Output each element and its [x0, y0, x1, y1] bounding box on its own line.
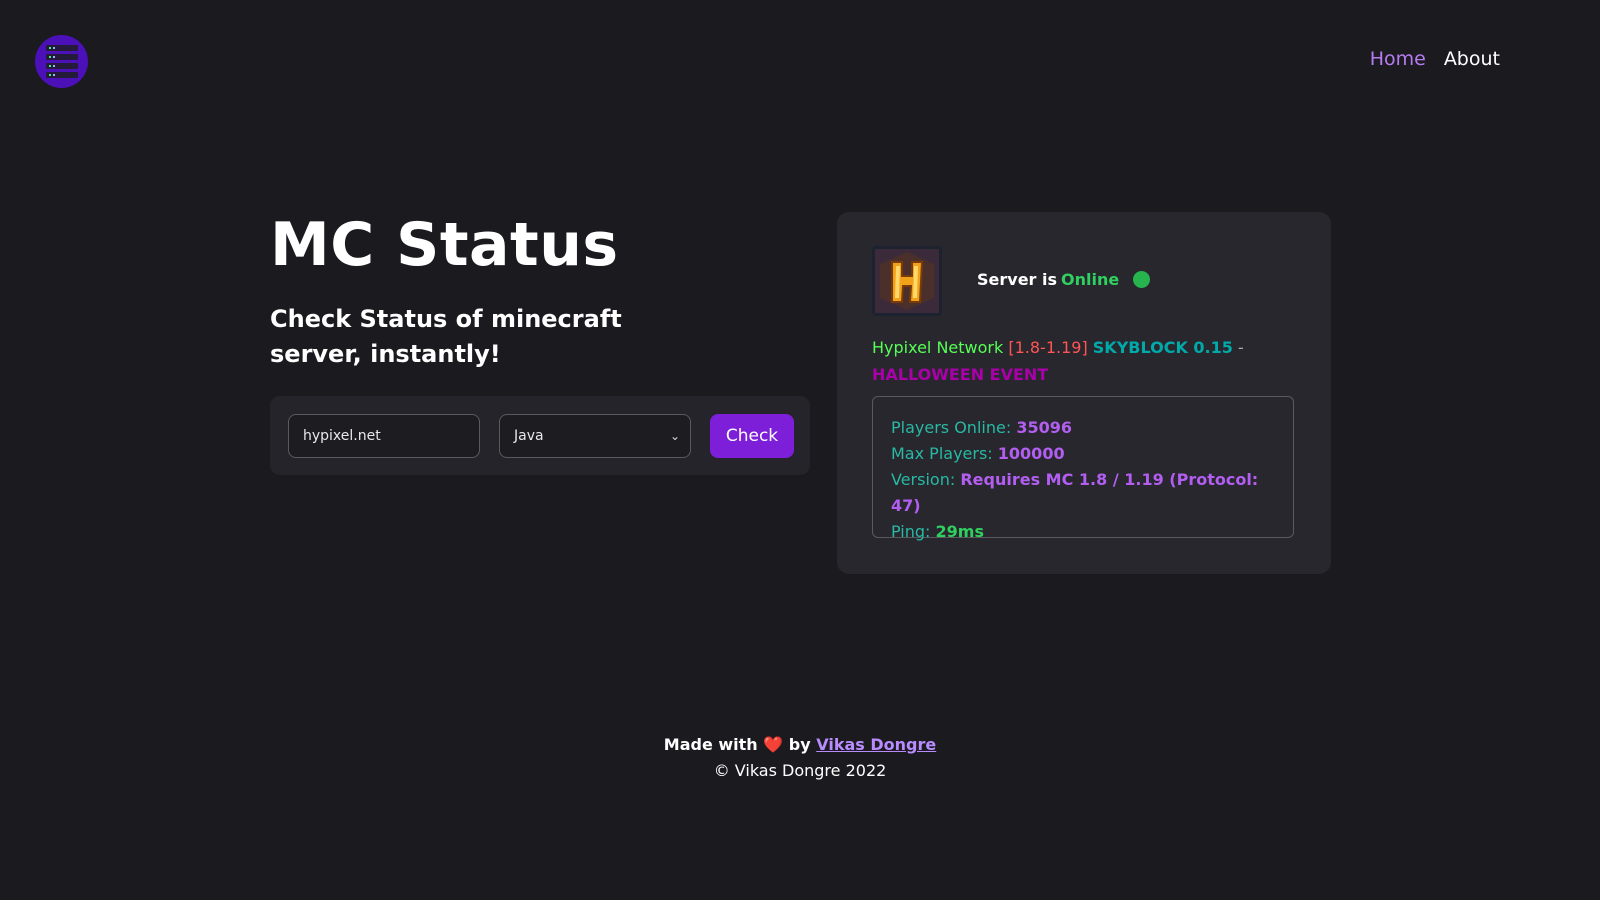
page-title: MC Status	[270, 210, 619, 280]
logo-bar	[45, 72, 78, 78]
motd-dash: -	[1238, 338, 1244, 357]
hero-section: MC Status Check Status of minecraft serv…	[270, 208, 815, 372]
max-players-row: Max Players: 100000	[891, 441, 1275, 467]
author-link[interactable]: Vikas Dongre	[816, 735, 936, 754]
page-footer: Made with ❤️ by Vikas Dongre © Vikas Don…	[0, 733, 1600, 780]
max-players-label: Max Players:	[891, 444, 993, 463]
motd-skyblock: SKYBLOCK 0.15	[1092, 338, 1233, 357]
nav-link-about[interactable]: About	[1444, 48, 1500, 70]
server-address-value: hypixel.net	[303, 428, 381, 444]
logo-bar	[45, 54, 78, 60]
players-online-label: Players Online:	[891, 418, 1012, 437]
server-favicon	[872, 246, 942, 316]
server-address-input[interactable]: hypixel.net	[288, 414, 480, 458]
nav-link-home[interactable]: Home	[1370, 48, 1426, 70]
made-by: by	[788, 735, 811, 754]
logo-bar	[45, 63, 78, 69]
server-stack-icon[interactable]	[35, 35, 88, 88]
ping-label: Ping:	[891, 522, 931, 541]
server-result-card: Server is Online Hypixel Network [1.8-1.…	[837, 212, 1331, 574]
check-button[interactable]: Check	[710, 414, 794, 458]
server-info-box: Players Online: 35096 Max Players: 10000…	[872, 396, 1294, 541]
logo-bar	[45, 45, 78, 51]
page-subtitle: Check Status of minecraft server, instan…	[270, 305, 622, 368]
motd-versions: [1.8-1.19]	[1008, 338, 1088, 357]
heart-icon: ❤️	[763, 735, 784, 754]
players-online-value: 35096	[1016, 418, 1072, 437]
made-with-line: Made with ❤️ by Vikas Dongre	[0, 733, 1600, 757]
motd-event: HALLOWEEN EVENT	[872, 365, 1049, 384]
status-indicator-icon	[1133, 271, 1151, 288]
edition-select[interactable]: Java ⌄	[499, 414, 691, 458]
chevron-down-icon: ⌄	[669, 429, 680, 443]
copyright: © Vikas Dongre 2022	[713, 761, 887, 780]
status-value: Online	[1061, 270, 1120, 289]
ping-row: Ping: 29ms	[891, 519, 1275, 545]
players-online-row: Players Online: 35096	[891, 415, 1275, 441]
status-prefix: Server is	[977, 270, 1058, 289]
server-check-form: hypixel.net Java ⌄ Check	[270, 396, 810, 475]
made-prefix: Made with	[663, 735, 758, 754]
server-motd: Hypixel Network [1.8-1.19] SKYBLOCK 0.15…	[872, 334, 1312, 388]
version-row: Version: Requires MC 1.8 / 1.19 (Protoco…	[891, 467, 1275, 519]
edition-select-value: Java	[514, 428, 544, 444]
top-nav: Home About	[1370, 48, 1500, 70]
ping-value: 29ms	[935, 522, 984, 541]
max-players-value: 100000	[997, 444, 1065, 463]
motd-name: Hypixel Network	[872, 338, 1004, 357]
version-label: Version:	[891, 470, 956, 489]
server-status: Server is Online	[977, 270, 1151, 289]
